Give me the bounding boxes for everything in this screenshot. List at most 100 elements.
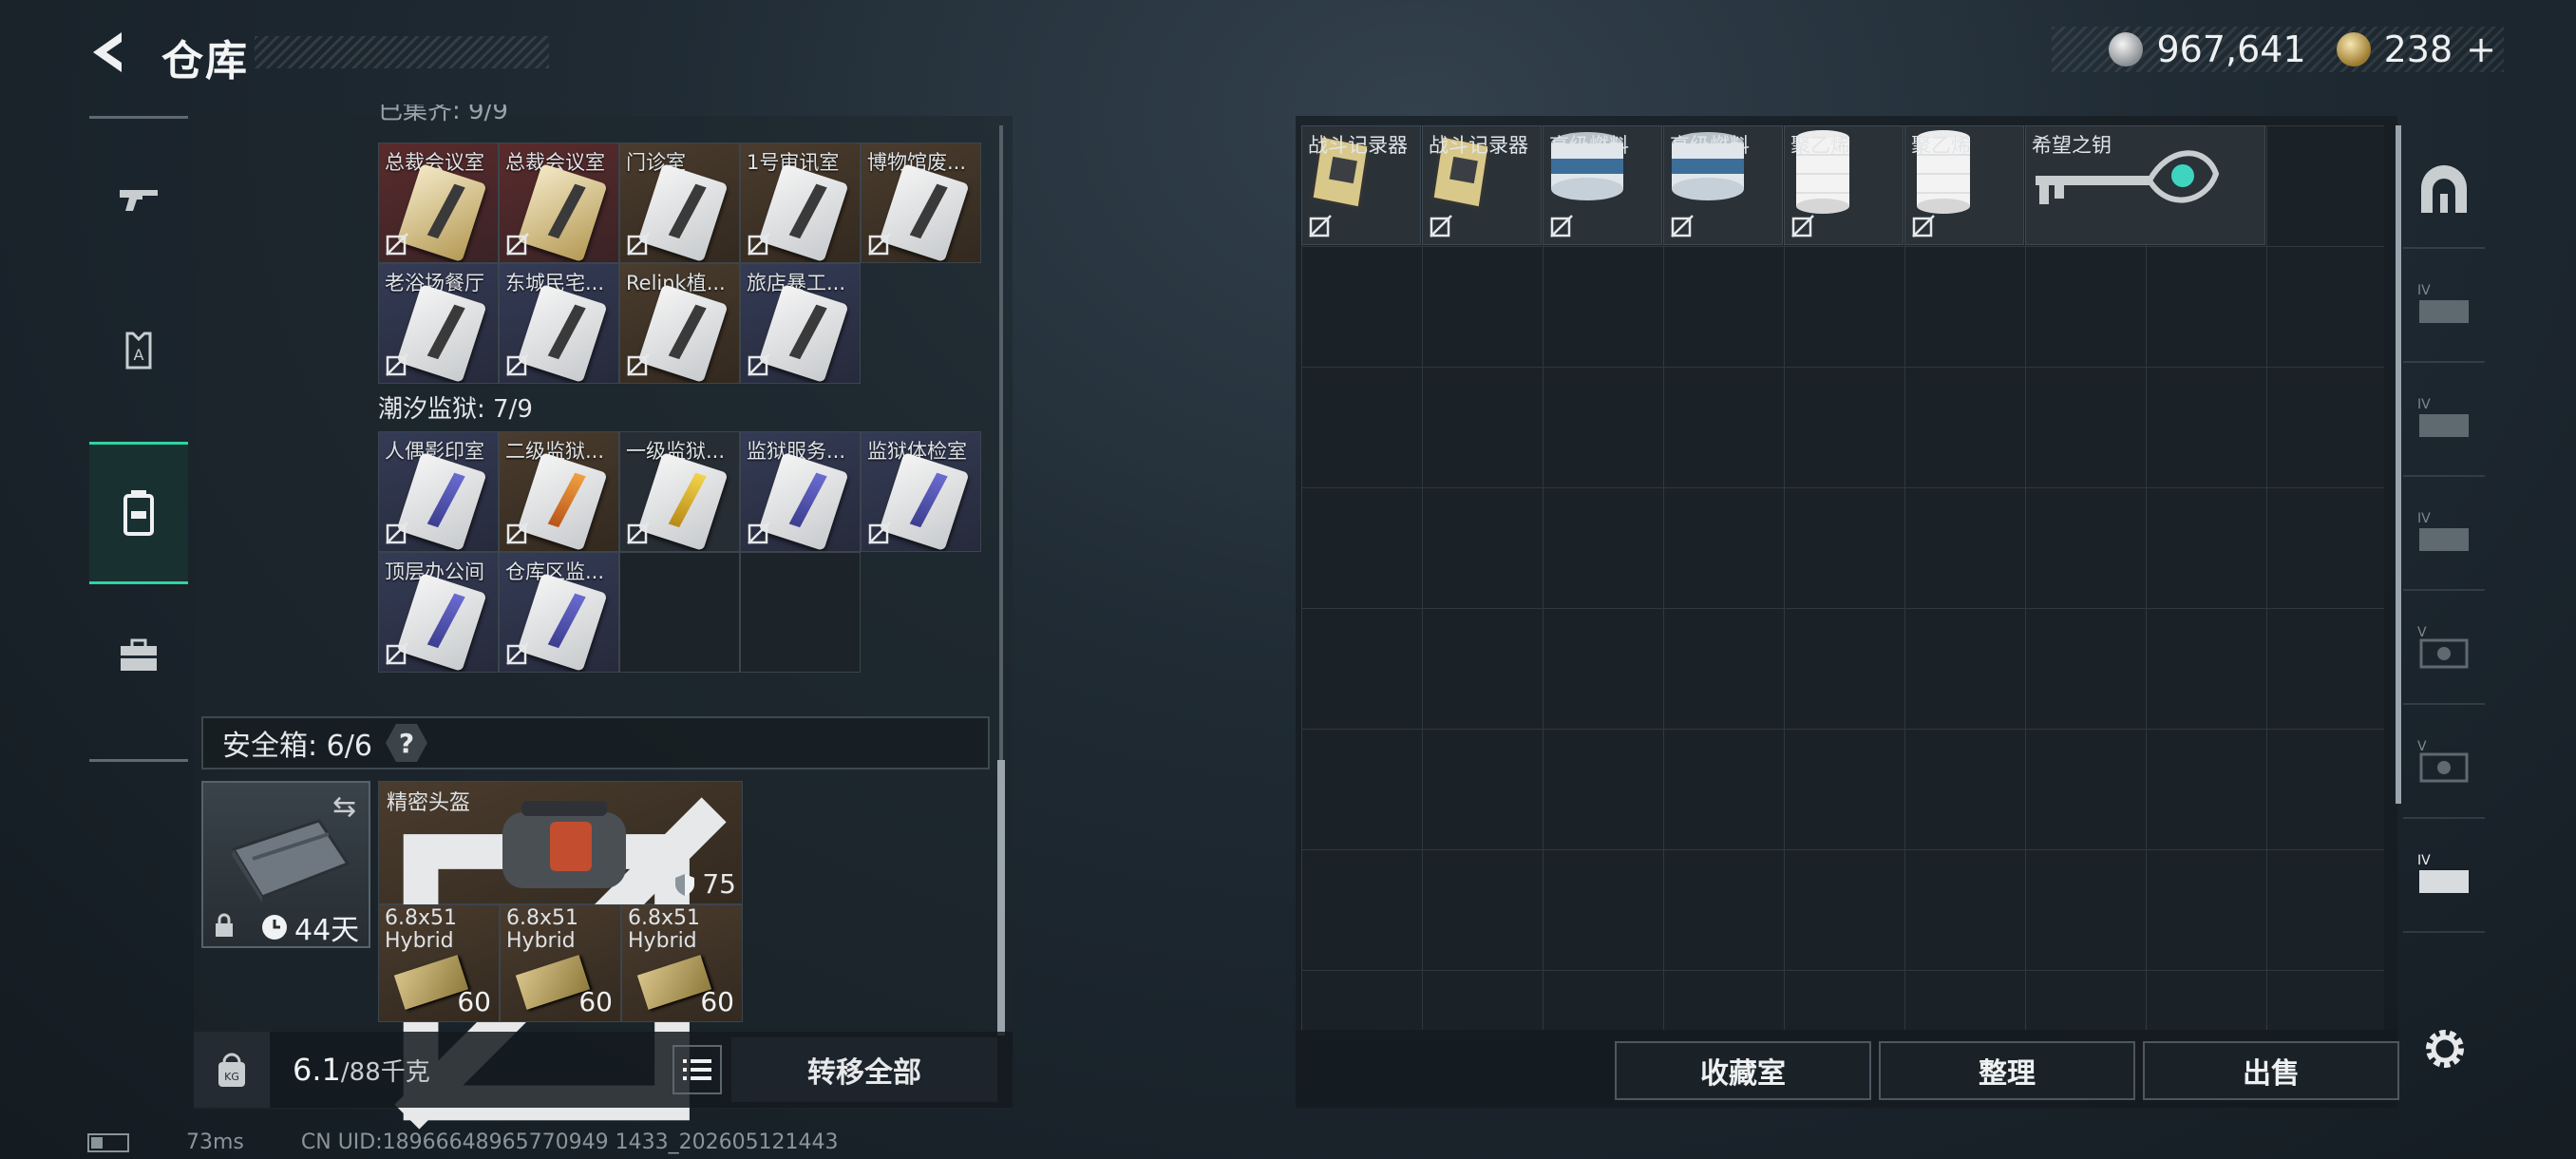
- spool-item[interactable]: 聚乙烯: [1904, 125, 2024, 245]
- tab-weapons[interactable]: [89, 128, 188, 271]
- settings-button[interactable]: [2418, 1022, 2472, 1075]
- keycard-item[interactable]: 老浴场餐厅: [378, 263, 499, 384]
- ammo-item[interactable]: 6.8x51 Hybrid 60: [621, 904, 743, 1022]
- storage-v-icon: V: [2417, 739, 2469, 783]
- keycard-item[interactable]: Relink植...: [619, 263, 740, 384]
- keycard-icon: [637, 451, 729, 551]
- storage-tab-bar: IV IV IV V V IV: [2403, 116, 2485, 1030]
- collection-button[interactable]: 收藏室: [1615, 1041, 1871, 1100]
- storage-iv-icon: IV: [2417, 853, 2469, 893]
- tab-storage-iv-1[interactable]: IV: [2403, 249, 2485, 363]
- no-trade-icon: [1912, 215, 1935, 238]
- keycard-item[interactable]: 顶层办公间: [378, 552, 499, 673]
- keycard-item[interactable]: 一级监狱...: [619, 431, 740, 552]
- fuel-item[interactable]: 高级燃料: [1663, 125, 1783, 245]
- key-item[interactable]: 希望之钥: [2025, 125, 2265, 245]
- silver-coin-icon: [2109, 32, 2144, 66]
- storage-v-icon: V: [2417, 625, 2469, 669]
- no-trade-icon: [627, 353, 650, 376]
- armor-icon: A: [125, 332, 152, 370]
- tab-backpack[interactable]: [89, 442, 188, 584]
- tidal-prison-title: 潮汐监狱: 7/9: [378, 395, 533, 424]
- back-arrow-icon: [93, 32, 122, 72]
- transfer-all-button[interactable]: 转移全部: [731, 1037, 997, 1102]
- keycard-item[interactable]: 人偶影印室: [378, 431, 499, 552]
- tab-storage-iv-active[interactable]: IV: [2403, 819, 2485, 933]
- keycard-item[interactable]: 仓库区监...: [499, 552, 619, 673]
- back-button[interactable]: [87, 28, 135, 76]
- keycard-item[interactable]: 总裁会议室: [378, 142, 499, 263]
- inventory-scroll-thumb[interactable]: [997, 760, 1005, 1036]
- tab-storage-v-1[interactable]: V: [2403, 591, 2485, 705]
- fuel-item[interactable]: 高级燃料: [1543, 125, 1662, 245]
- keycard-row-2: 老浴场餐厅 东城民宅... Relink植... 旅店暴工...: [378, 263, 861, 384]
- sell-button[interactable]: 出售: [2143, 1041, 2399, 1100]
- recorder-item[interactable]: 战斗记录器: [1422, 125, 1542, 245]
- weight-icon: KG: [194, 1032, 270, 1108]
- spool-item[interactable]: 聚乙烯: [1784, 125, 1904, 245]
- item-label: 战斗记录器: [1429, 134, 1528, 157]
- svg-text:KG: KG: [224, 1071, 239, 1083]
- help-button[interactable]: ?: [385, 724, 427, 762]
- keycard-item[interactable]: 总裁会议室: [499, 142, 619, 263]
- keycard-icon: [517, 451, 608, 551]
- recorder-item[interactable]: 战斗记录器: [1301, 125, 1421, 245]
- empty-slot[interactable]: [619, 552, 740, 673]
- gear-icon: [2426, 1030, 2464, 1068]
- helmet-item[interactable]: 精密头盔 75: [378, 781, 743, 1130]
- keycard-item[interactable]: 1号审讯室: [740, 142, 861, 263]
- shield-icon: [675, 873, 695, 896]
- tab-storage-v-2[interactable]: V: [2403, 705, 2485, 819]
- keycard-icon: [879, 162, 970, 262]
- list-view-button[interactable]: [672, 1045, 722, 1094]
- no-trade-icon: [868, 522, 891, 544]
- item-label: 高级燃料: [1670, 134, 1750, 157]
- no-trade-icon: [748, 233, 770, 256]
- svg-text:V: V: [2417, 625, 2427, 640]
- keycard-item[interactable]: 博物馆废...: [861, 142, 981, 263]
- helmet-durability: 75: [673, 868, 736, 900]
- no-trade-icon: [868, 233, 891, 256]
- ammo-item[interactable]: 6.8x51 Hybrid 60: [500, 904, 621, 1022]
- keycard-icon: [637, 162, 729, 262]
- no-trade-icon: [506, 353, 529, 376]
- keycard-icon: [517, 283, 608, 383]
- tab-all-storage[interactable]: [2403, 135, 2485, 249]
- keycard-item[interactable]: 二级监狱...: [499, 431, 619, 552]
- keycard-item[interactable]: 监狱服务...: [740, 431, 861, 552]
- warehouse-scrollbar[interactable]: [2396, 125, 2401, 804]
- list-icon: [683, 1059, 711, 1080]
- no-trade-icon: [1309, 215, 1332, 238]
- svg-text:IV: IV: [2417, 397, 2431, 412]
- page-title: 仓库: [161, 37, 249, 86]
- keycard-item[interactable]: 门诊室: [619, 142, 740, 263]
- warehouse-grid[interactable]: [1301, 125, 2384, 1030]
- keycard-item[interactable]: 东城民宅...: [499, 263, 619, 384]
- add-currency-button[interactable]: +: [2466, 28, 2496, 70]
- no-trade-icon: [386, 642, 408, 665]
- swap-icon[interactable]: ⇆: [332, 790, 365, 824]
- tab-supplies[interactable]: [89, 584, 188, 727]
- tab-armor[interactable]: A: [89, 280, 188, 423]
- keycard-row-1: 总裁会议室 总裁会议室 门诊室 1号审讯室 博物馆废...: [378, 142, 981, 263]
- keycard-item[interactable]: 旅店暴工...: [740, 263, 861, 384]
- ammo-item[interactable]: 6.8x51 Hybrid 60: [378, 904, 500, 1022]
- keycard-icon: [517, 162, 608, 262]
- helmet-bag-icon: [502, 801, 626, 888]
- keycard-icon: [396, 283, 487, 383]
- tab-storage-iv-3[interactable]: IV: [2403, 477, 2485, 591]
- tab-storage-iv-2[interactable]: IV: [2403, 363, 2485, 477]
- silver-amount: 967,641: [2156, 28, 2306, 70]
- keycard-row-3: 人偶影印室 二级监狱... 一级监狱... 监狱服务... 监狱体检室: [378, 431, 981, 552]
- no-trade-icon: [1791, 215, 1814, 238]
- item-label: 希望之钥: [2032, 134, 2112, 157]
- svg-text:IV: IV: [2417, 853, 2431, 868]
- helmet-label: 精密头盔: [387, 791, 471, 815]
- no-trade-icon: [386, 233, 408, 256]
- empty-slot[interactable]: [740, 552, 861, 673]
- safe-case[interactable]: ⇆ 44天: [201, 781, 370, 948]
- keycard-item[interactable]: 监狱体检室: [861, 431, 981, 552]
- user-uid: CN UID:18966648965770949 1433_2026051214…: [300, 1130, 839, 1154]
- sort-button[interactable]: 整理: [1879, 1041, 2135, 1100]
- storage-iv-icon: IV: [2417, 283, 2469, 323]
